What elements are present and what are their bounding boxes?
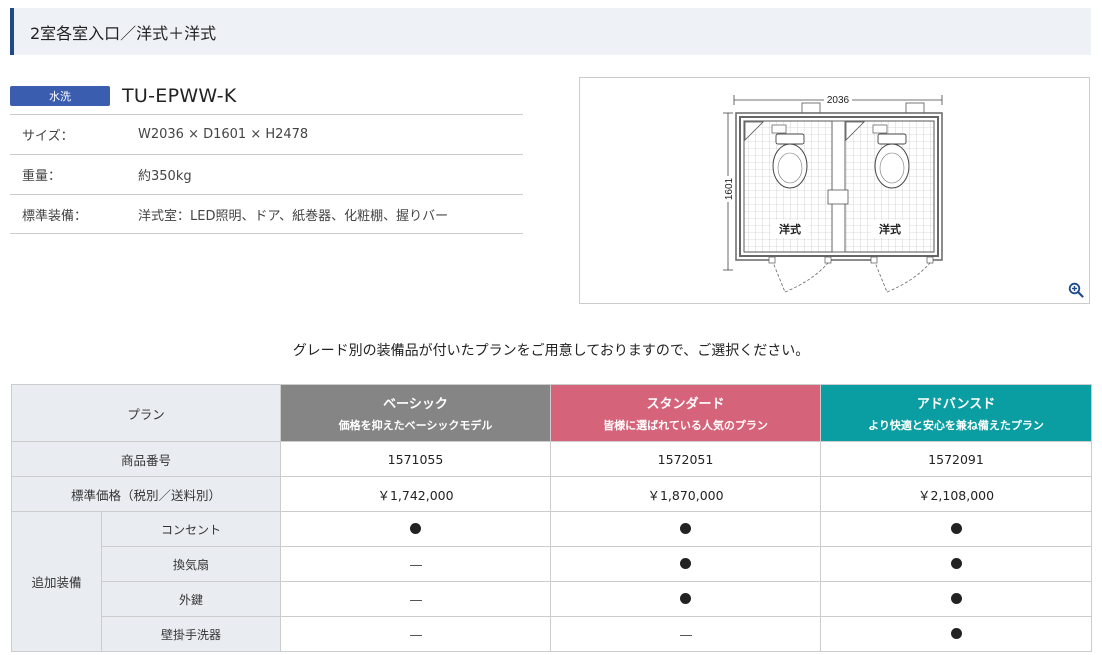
option-cell-basic <box>280 511 552 547</box>
plan-desc: 皆様に選ばれている人気のプラン <box>603 419 768 432</box>
zoom-in-icon[interactable] <box>1068 282 1084 298</box>
option-row: 壁掛手洗器 <box>12 616 1093 652</box>
toilet-tank-left <box>775 133 805 145</box>
price-row: 標準価格（税別／送料別） ￥1,742,000 ￥1,870,000 ￥2,10… <box>10 476 1093 512</box>
option-cell-basic <box>280 546 552 582</box>
product-number-basic: 1571055 <box>280 441 552 477</box>
spec-label: サイズ： <box>22 129 74 144</box>
price-standard: ￥1,870,000 <box>550 476 822 512</box>
included-dot-icon <box>950 522 962 534</box>
option-cell-advanced <box>820 511 1093 547</box>
plan-header-row: プラン ベーシック 価格を抑えたベーシックモデル スタンダード 皆様に選ばれてい… <box>10 384 1093 442</box>
model-row: 水洗 TU-EPWW-K <box>10 78 523 114</box>
option-cell-standard <box>550 616 822 652</box>
plan-header-label: プラン <box>10 384 282 442</box>
toilet-tank-right <box>877 133 907 145</box>
options-group-label: 追加装備 <box>11 511 102 652</box>
option-name: コンセント <box>100 511 282 547</box>
not-included-dash-icon <box>409 634 422 636</box>
option-cell-standard <box>550 511 822 547</box>
product-number-advanced: 1572091 <box>820 441 1093 477</box>
option-cell-standard <box>550 581 822 617</box>
section-title: 2室各室入口／洋式＋洋式 <box>10 8 1091 55</box>
not-included-dash-icon <box>409 599 422 601</box>
included-dot-icon <box>950 557 962 569</box>
spec-value: 約350kg <box>138 169 192 184</box>
option-cell-basic <box>280 616 552 652</box>
flush-type-badge: 水洗 <box>10 86 110 106</box>
option-cell-basic <box>280 581 552 617</box>
plan-name: アドバンスド <box>916 397 996 412</box>
lead-text: グレード別の装備品が付いたプランをご用意しておりますので、ご選択ください。 <box>292 343 810 359</box>
option-row: 外鍵 <box>12 581 1093 617</box>
plan-header-basic[interactable]: ベーシック 価格を抑えたベーシックモデル <box>280 384 552 442</box>
included-dot-icon <box>680 522 692 534</box>
option-cell-standard <box>550 546 822 582</box>
option-row: 追加装備 コンセント <box>11 511 1093 652</box>
price-label: 標準価格（税別／送料別） <box>10 476 282 512</box>
not-included-dash-icon <box>409 564 422 566</box>
included-dot-icon <box>950 592 962 604</box>
spec-label: 標準装備： <box>22 208 88 224</box>
product-number-row: 商品番号 1571055 1572051 1572091 <box>10 441 1093 477</box>
floor-plan-diagram[interactable]: 2036 1601 洋式 洋式 <box>579 77 1090 304</box>
option-rows: 追加装備 コンセント 換気扇 外鍵 壁掛手洗器 <box>11 511 1093 652</box>
option-row: 換気扇 <box>12 546 1093 582</box>
option-cell-advanced <box>820 581 1093 617</box>
spec-row-equipment: 標準装備： 洋式室：LED照明、ドア、紙巻器、化粧棚、握りバー <box>10 194 523 234</box>
option-name: 外鍵 <box>100 581 282 617</box>
width-label: 2036 <box>827 95 850 106</box>
product-number-standard: 1572051 <box>550 441 822 477</box>
plan-name: スタンダード <box>646 397 725 412</box>
plan-name: ベーシック <box>383 397 448 412</box>
model-name: TU-EPWW-K <box>122 85 237 107</box>
spec-row-weight: 重量： 約350kg <box>10 154 523 194</box>
plan-desc: 価格を抑えたベーシックモデル <box>338 419 493 432</box>
option-name: 換気扇 <box>100 546 282 582</box>
plan-header-advanced[interactable]: アドバンスド より快適と安心を兼ね備えたプラン <box>820 384 1093 442</box>
door-left-swing <box>771 259 829 293</box>
door-right-swing <box>873 259 931 293</box>
option-cell-advanced <box>820 546 1093 582</box>
plan-header-standard[interactable]: スタンダード 皆様に選ばれている人気のプラン <box>550 384 822 442</box>
floor-plan-svg: 2036 1601 洋式 洋式 <box>721 93 943 293</box>
price-basic: ￥1,742,000 <box>280 476 552 512</box>
room-left-label: 洋式 <box>779 222 801 236</box>
included-dot-icon <box>680 557 692 569</box>
spec-value: 洋式室：LED照明、ドア、紙巻器、化粧棚、握りバー <box>138 208 449 224</box>
spec-value: W2036 × D1601 × H2478 <box>138 127 309 142</box>
spec-label: 重量： <box>22 169 62 184</box>
product-spec: 水洗 TU-EPWW-K サイズ： W2036 × D1601 × H2478 … <box>10 78 523 234</box>
included-dot-icon <box>410 522 422 534</box>
price-advanced: ￥2,108,000 <box>820 476 1093 512</box>
spec-row-size: サイズ： W2036 × D1601 × H2478 <box>10 114 523 154</box>
not-included-dash-icon <box>679 634 692 636</box>
room-right-label: 洋式 <box>879 222 901 236</box>
plan-table: プラン ベーシック 価格を抑えたベーシックモデル スタンダード 皆様に選ばれてい… <box>10 384 1093 652</box>
product-number-label: 商品番号 <box>10 441 282 477</box>
included-dot-icon <box>680 592 692 604</box>
plan-desc: より快適と安心を兼ね備えたプラン <box>868 419 1044 432</box>
option-name: 壁掛手洗器 <box>100 616 282 652</box>
included-dot-icon <box>950 627 962 639</box>
option-cell-advanced <box>820 616 1093 652</box>
depth-label: 1601 <box>724 177 735 200</box>
